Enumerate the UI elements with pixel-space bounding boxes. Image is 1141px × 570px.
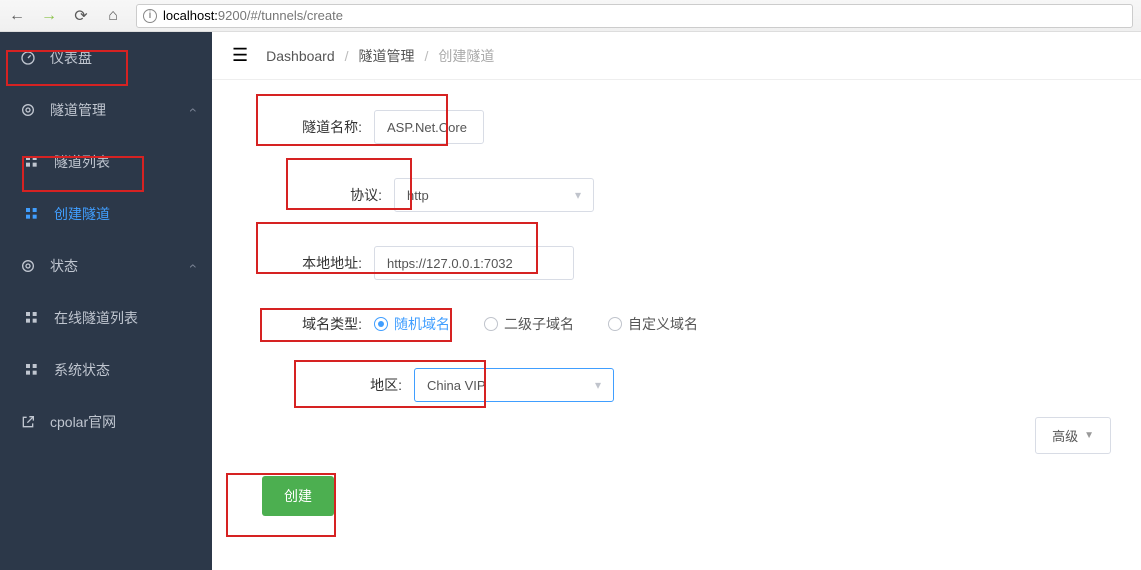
advanced-button[interactable]: 高级 ▼ bbox=[1035, 417, 1111, 454]
domain-type-radio-group: 随机域名 二级子域名 自定义域名 bbox=[374, 314, 698, 334]
sidebar-item-online-tunnels[interactable]: 在线隧道列表 bbox=[0, 292, 212, 344]
breadcrumb-sep: / bbox=[345, 48, 349, 64]
region-value: China VIP bbox=[427, 378, 486, 393]
local-addr-input[interactable] bbox=[374, 246, 574, 280]
caret-down-icon: ▼ bbox=[1084, 430, 1094, 441]
tunnel-name-label: 隧道名称: bbox=[262, 117, 362, 137]
grid-icon bbox=[24, 154, 40, 170]
forward-button[interactable]: → bbox=[40, 7, 58, 25]
sidebar-item-tunnel-manage[interactable]: 隧道管理 bbox=[0, 84, 212, 136]
external-link-icon bbox=[20, 414, 36, 430]
breadcrumb-item[interactable]: 隧道管理 bbox=[359, 46, 415, 66]
form: 隧道名称: 协议: http ▾ 本地地址: 域名类型: bbox=[212, 80, 1141, 546]
gauge-icon bbox=[20, 50, 36, 66]
protocol-value: http bbox=[407, 188, 429, 203]
breadcrumb: Dashboard / 隧道管理 / 创建隧道 bbox=[266, 46, 494, 66]
browser-toolbar: ← → ⟳ ⌂ i localhost:9200/#/tunnels/creat… bbox=[0, 0, 1141, 32]
breadcrumb-item[interactable]: Dashboard bbox=[266, 48, 335, 64]
sidebar-label: 创建隧道 bbox=[54, 204, 110, 224]
sidebar: 仪表盘 隧道管理 隧道列表 创建隧道 状态 在线隧道列表 系统状态 bbox=[0, 32, 212, 570]
radio-random-domain[interactable]: 随机域名 bbox=[374, 314, 450, 334]
sidebar-item-dashboard[interactable]: 仪表盘 bbox=[0, 32, 212, 84]
local-addr-label: 本地地址: bbox=[262, 253, 362, 273]
site-info-icon[interactable]: i bbox=[143, 9, 157, 23]
sidebar-label: 隧道管理 bbox=[50, 100, 106, 120]
protocol-label: 协议: bbox=[262, 185, 382, 205]
url-text: localhost:9200/#/tunnels/create bbox=[163, 8, 343, 23]
sidebar-item-create-tunnel[interactable]: 创建隧道 bbox=[0, 188, 212, 240]
radio-circle-icon bbox=[484, 317, 498, 331]
circle-icon bbox=[20, 258, 36, 274]
topbar: ☰ Dashboard / 隧道管理 / 创建隧道 bbox=[212, 32, 1141, 80]
radio-label: 二级子域名 bbox=[504, 314, 574, 334]
region-select[interactable]: China VIP ▾ bbox=[414, 368, 614, 402]
main-content: ☰ Dashboard / 隧道管理 / 创建隧道 隧道名称: 协议: http… bbox=[212, 32, 1141, 570]
breadcrumb-current: 创建隧道 bbox=[438, 46, 494, 66]
chevron-down-icon: ▾ bbox=[595, 378, 601, 392]
radio-custom-domain[interactable]: 自定义域名 bbox=[608, 314, 698, 334]
tunnel-name-input[interactable] bbox=[374, 110, 484, 144]
home-button[interactable]: ⌂ bbox=[104, 7, 122, 25]
sidebar-label: cpolar官网 bbox=[50, 412, 116, 432]
sidebar-item-system-status[interactable]: 系统状态 bbox=[0, 344, 212, 396]
sidebar-item-tunnel-list[interactable]: 隧道列表 bbox=[0, 136, 212, 188]
radio-label: 随机域名 bbox=[394, 314, 450, 334]
advanced-label: 高级 bbox=[1052, 426, 1078, 445]
radio-circle-icon bbox=[374, 317, 388, 331]
sidebar-label: 仪表盘 bbox=[50, 48, 92, 68]
grid-icon bbox=[24, 362, 40, 378]
menu-toggle-icon[interactable]: ☰ bbox=[232, 45, 248, 66]
back-button[interactable]: ← bbox=[8, 7, 26, 25]
grid-icon bbox=[24, 310, 40, 326]
grid-icon bbox=[24, 206, 40, 222]
sidebar-label: 状态 bbox=[50, 256, 78, 276]
protocol-select[interactable]: http ▾ bbox=[394, 178, 594, 212]
radio-circle-icon bbox=[608, 317, 622, 331]
url-bar[interactable]: i localhost:9200/#/tunnels/create bbox=[136, 4, 1133, 28]
sidebar-label: 在线隧道列表 bbox=[54, 308, 138, 328]
radio-label: 自定义域名 bbox=[628, 314, 698, 334]
region-label: 地区: bbox=[262, 375, 402, 395]
reload-button[interactable]: ⟳ bbox=[72, 7, 90, 25]
radio-subdomain[interactable]: 二级子域名 bbox=[484, 314, 574, 334]
breadcrumb-sep: / bbox=[425, 48, 429, 64]
chevron-down-icon: ▾ bbox=[575, 188, 581, 202]
create-button[interactable]: 创建 bbox=[262, 476, 334, 516]
sidebar-label: 系统状态 bbox=[54, 360, 110, 380]
circle-icon bbox=[20, 102, 36, 118]
sidebar-label: 隧道列表 bbox=[54, 152, 110, 172]
sidebar-item-cpolar-site[interactable]: cpolar官网 bbox=[0, 396, 212, 448]
sidebar-item-status[interactable]: 状态 bbox=[0, 240, 212, 292]
domain-type-label: 域名类型: bbox=[262, 314, 362, 334]
